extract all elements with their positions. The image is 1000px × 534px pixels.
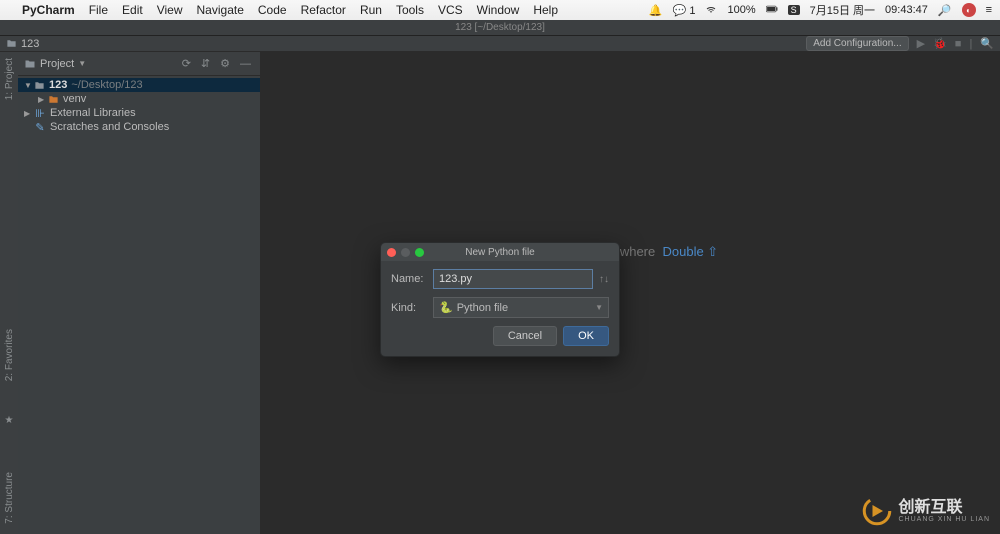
wechat-icon[interactable]: 💬 1 [673, 4, 696, 17]
menu-view[interactable]: View [157, 3, 183, 17]
updown-icon[interactable]: ↑↓ [599, 274, 609, 285]
tree-extlib[interactable]: ▶ ⊪ External Libraries [18, 106, 260, 120]
left-gutter: 1: Project 2: Favorites ★ 7: Structure [0, 52, 18, 534]
cancel-button[interactable]: Cancel [493, 326, 557, 346]
battery-text: 100% [727, 4, 755, 16]
battery-icon[interactable] [766, 3, 778, 18]
tree-item-label: Scratches and Consoles [50, 121, 169, 133]
kind-label: Kind: [391, 302, 427, 314]
hint-key: Double ⇧ [662, 244, 718, 259]
divider: | [969, 38, 972, 50]
name-input[interactable] [433, 269, 593, 289]
gutter-project[interactable]: 1: Project [4, 58, 15, 100]
siri-icon[interactable]: 🔔 [649, 4, 663, 17]
menu-file[interactable]: File [89, 3, 108, 17]
project-tree: ▼ 123 ~/Desktop/123 ▶ venv ▶ ⊪ External … [18, 76, 260, 534]
debug-icon[interactable]: 🐞 [933, 37, 947, 50]
chevron-down-icon[interactable]: ▼ [78, 59, 86, 68]
menu-navigate[interactable]: Navigate [197, 3, 244, 17]
input-source-icon[interactable]: S [788, 5, 800, 15]
new-python-file-dialog: New Python file Name: ↑↓ Kind: 🐍 Python … [380, 242, 620, 357]
menu-code[interactable]: Code [258, 3, 287, 17]
gutter-favorites[interactable]: 2: Favorites [4, 329, 15, 381]
menu-window[interactable]: Window [477, 3, 520, 17]
wifi-icon[interactable] [705, 3, 717, 18]
menu-edit[interactable]: Edit [122, 3, 143, 17]
folder-icon [6, 38, 17, 49]
collapse-all-icon[interactable]: ⇵ [198, 57, 213, 70]
dialog-titlebar: New Python file [381, 243, 619, 261]
tree-root-path: ~/Desktop/123 [71, 79, 142, 91]
window-titlebar: 123 [~/Desktop/123] [0, 20, 1000, 36]
kind-select[interactable]: 🐍 Python file ▼ [433, 297, 609, 318]
sidebar-title[interactable]: Project [40, 58, 74, 70]
tree-venv[interactable]: ▶ venv [18, 92, 260, 106]
app-name[interactable]: PyCharm [22, 3, 75, 17]
date-text: 7月15日 周一 [810, 2, 875, 18]
chevron-down-icon: ▼ [595, 303, 603, 312]
watermark-logo-icon [862, 496, 892, 526]
tree-item-label: External Libraries [50, 107, 136, 119]
menu-help[interactable]: Help [533, 3, 558, 17]
kind-value: Python file [457, 302, 508, 314]
sidebar-header: Project ▼ ⟳ ⇵ ⚙ — [18, 52, 260, 76]
menu-vcs[interactable]: VCS [438, 3, 463, 17]
project-icon [24, 58, 36, 70]
scroll-from-source-icon[interactable]: ⟳ [179, 57, 194, 70]
gutter-structure[interactable]: 7: Structure [4, 472, 15, 524]
editor-area: Search Everywhere Double ⇧ [260, 52, 1000, 534]
menu-refactor[interactable]: Refactor [301, 3, 346, 17]
menu-tools[interactable]: Tools [396, 3, 424, 17]
folder-icon [34, 80, 45, 91]
folder-icon [48, 94, 59, 105]
tree-item-label: venv [63, 93, 86, 105]
ok-button[interactable]: OK [563, 326, 609, 346]
macos-menubar: PyCharm File Edit View Navigate Code Ref… [0, 0, 1000, 20]
breadcrumb[interactable]: 123 [21, 38, 39, 50]
tree-root[interactable]: ▼ 123 ~/Desktop/123 [18, 78, 260, 92]
add-configuration-button[interactable]: Add Configuration... [806, 36, 908, 51]
project-sidebar: Project ▼ ⟳ ⇵ ⚙ — ▼ 123 ~/Desktop/123 ▶ … [18, 52, 260, 534]
tree-scratches[interactable]: ▶ ✎ Scratches and Consoles [18, 120, 260, 134]
name-label: Name: [391, 273, 427, 285]
dialog-title: New Python file [381, 247, 619, 258]
expand-arrow-icon[interactable]: ▶ [38, 95, 48, 104]
search-icon[interactable]: 🔍 [980, 37, 994, 50]
spotlight-icon[interactable]: 🔎 [938, 4, 952, 17]
watermark: 创新互联 CHUANG XIN HU LIAN [862, 496, 990, 526]
menu-run[interactable]: Run [360, 3, 382, 17]
watermark-subtext: CHUANG XIN HU LIAN [898, 516, 990, 523]
control-center-icon[interactable]: ◐ [962, 3, 976, 17]
time-text: 09:43:47 [885, 4, 928, 16]
scratches-icon: ✎ [34, 121, 46, 134]
expand-arrow-icon[interactable]: ▶ [24, 109, 34, 118]
star-icon: ★ [5, 415, 14, 426]
run-icon[interactable]: ▶ [917, 37, 925, 50]
stop-icon[interactable]: ■ [955, 38, 962, 50]
notification-icon[interactable]: ≡ [986, 4, 992, 16]
expand-arrow-icon[interactable]: ▼ [24, 81, 34, 90]
library-icon: ⊪ [34, 107, 46, 120]
python-icon: 🐍 [439, 301, 453, 314]
hide-icon[interactable]: — [237, 58, 254, 70]
window-title: 123 [~/Desktop/123] [455, 22, 545, 33]
tree-root-name: 123 [49, 79, 67, 91]
watermark-text: 创新互联 [898, 500, 990, 516]
toolbar: 123 Add Configuration... ▶ 🐞 ■ | 🔍 [0, 36, 1000, 52]
gear-icon[interactable]: ⚙ [217, 57, 233, 70]
